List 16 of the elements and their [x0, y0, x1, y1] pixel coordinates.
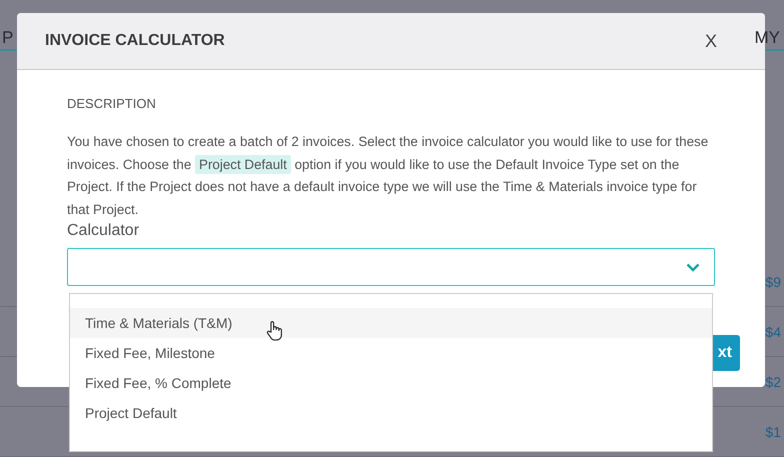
column-header: P: [2, 28, 14, 48]
hand-cursor-icon: [266, 320, 284, 342]
chevron-down-icon: [686, 262, 700, 272]
dialog-title: INVOICE CALCULATOR: [45, 32, 225, 50]
dropdown-option[interactable]: Project Default: [70, 398, 712, 428]
calculator-select[interactable]: [67, 248, 715, 286]
amount-cell: $9: [765, 274, 781, 290]
amount-cell: $2: [765, 374, 781, 390]
amount-cell: $1: [765, 424, 781, 440]
field-label: Calculator: [67, 222, 140, 240]
amount-cell: $4: [765, 324, 781, 340]
close-button[interactable]: X: [704, 30, 717, 52]
description-text: You have chosen to create a batch of 2 invoices. Select the invoice calculator you would like to use for these invoices. Choose the Project Default option if you would like to use the Default Invoice Type set on the Project. If the Project does not have a default invoice type we will use the Time & Materials invoice type for that Project.: [67, 133, 710, 219]
dropdown-option[interactable]: Time & Materials (T&M): [70, 308, 712, 338]
dropdown-option[interactable]: Fixed Fee, % Complete: [70, 368, 712, 398]
section-heading: DESCRIPTION: [67, 96, 157, 111]
